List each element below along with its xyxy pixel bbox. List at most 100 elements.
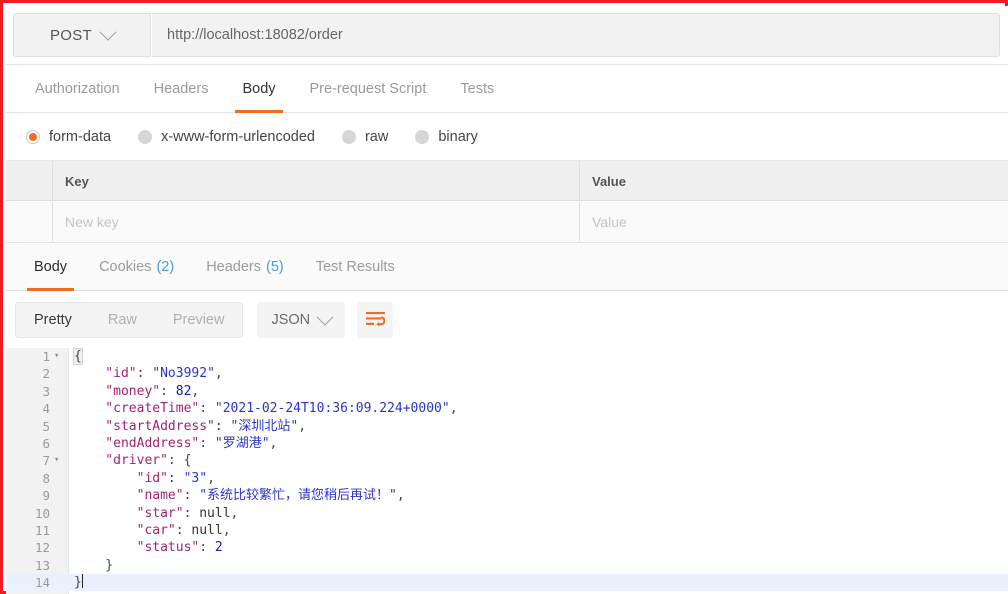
headers-count-badge: (5) [266, 258, 284, 275]
request-bar: POST http://localhost:18082/order [6, 6, 1008, 65]
code-text: "car": null, [74, 522, 231, 539]
line-number: 6 [42, 435, 50, 451]
text-cursor [81, 574, 83, 589]
code-token: { [73, 348, 83, 365]
code-token: "系统比较繁忙，请您稍后再试！" [199, 488, 397, 504]
code-token: : [167, 470, 184, 486]
line-number: 13 [34, 557, 50, 573]
code-token: "car" [74, 522, 176, 538]
http-method-select[interactable]: POST [13, 13, 151, 57]
code-line: 9 "name": "系统比较繁忙，请您稍后再试！", [6, 487, 1008, 504]
radio-unselected-icon [341, 129, 356, 144]
code-token: : [199, 540, 215, 556]
chevron-down-icon [316, 308, 334, 326]
http-method-label: POST [49, 26, 93, 44]
code-text: "status": 2 [74, 539, 223, 556]
response-tab-test-results[interactable]: Test Results [300, 243, 411, 290]
code-token: null [191, 522, 223, 538]
line-number: 7 [42, 453, 50, 469]
code-token: } [74, 575, 82, 591]
code-token: : [199, 401, 215, 417]
code-line: 12 "status": 2 [6, 539, 1008, 556]
code-line: 13 } [6, 557, 1008, 574]
table-row: New key Value [6, 202, 1008, 243]
code-token: "3" [183, 470, 208, 486]
url-input[interactable]: http://localhost:18082/order [152, 13, 1000, 57]
code-token: "status" [74, 540, 200, 556]
response-format-label: JSON [271, 311, 311, 328]
code-token: : [214, 418, 231, 434]
response-tab-test-results-label: Test Results [315, 258, 395, 275]
tab-tests[interactable]: Tests [443, 65, 511, 112]
response-tab-body[interactable]: Body [18, 243, 83, 291]
line-number: 12 [34, 540, 50, 556]
code-text: "createTime": "2021-02-24T10:36:09.224+0… [74, 400, 458, 417]
fold-arrow-icon[interactable]: ▾ [54, 452, 64, 469]
view-mode-pretty[interactable]: Pretty [16, 303, 90, 337]
cookies-count-badge: (2) [156, 258, 175, 275]
tab-authorization[interactable]: Authorization [18, 65, 137, 112]
code-token: : [183, 505, 200, 521]
code-token: "createTime" [74, 401, 200, 417]
response-tab-headers-label: Headers [206, 258, 261, 275]
code-text: "name": "系统比较繁忙，请您稍后再试！", [74, 487, 405, 504]
code-token: "name" [74, 488, 184, 504]
response-tabs: Body Cookies (2) Headers (5) Test Result… [6, 243, 1008, 291]
view-mode-raw[interactable]: Raw [90, 303, 155, 337]
code-token: , [449, 401, 458, 417]
radio-binary[interactable]: binary [415, 129, 478, 145]
code-token: "No3992" [152, 366, 215, 382]
code-token: "id" [74, 366, 137, 382]
radio-selected-icon [26, 129, 40, 144]
code-text: "endAddress": "罗湖港", [74, 435, 277, 452]
code-token: "深圳北站" [230, 418, 299, 434]
code-token: , [191, 383, 200, 399]
code-token: } [74, 557, 114, 573]
radio-unselected-icon [415, 129, 430, 144]
code-token: : { [167, 453, 192, 469]
code-token: , [230, 505, 239, 521]
line-number: 3 [42, 383, 50, 399]
code-token: "driver" [74, 453, 168, 469]
code-token: , [214, 366, 223, 382]
table-header-value: Value [579, 161, 1008, 201]
code-text: "money": 82, [74, 383, 199, 400]
tab-pre-request-script[interactable]: Pre-request Script [293, 65, 444, 112]
request-tabs: Authorization Headers Body Pre-request S… [6, 65, 1008, 113]
key-input[interactable]: New key [52, 202, 579, 242]
radio-form-data-label: form-data [49, 128, 112, 145]
code-line: 6 "endAddress": "罗湖港", [6, 435, 1008, 452]
response-tab-headers[interactable]: Headers (5) [190, 243, 300, 290]
view-mode-group: Pretty Raw Preview [15, 301, 244, 338]
code-token: "罗湖港" [214, 435, 270, 451]
radio-form-data[interactable]: form-data [26, 129, 111, 145]
radio-raw[interactable]: raw [341, 128, 389, 145]
code-text: } [74, 557, 113, 574]
code-token: : [183, 488, 200, 504]
code-line: 8 "id": "3", [6, 470, 1008, 487]
line-number: 1 [42, 349, 50, 364]
code-line: 5 "startAddress": "深圳北站", [6, 418, 1008, 435]
line-number: 11 [34, 522, 50, 538]
response-tab-cookies-label: Cookies [99, 258, 152, 275]
response-tab-cookies[interactable]: Cookies (2) [83, 243, 190, 290]
code-line: 14} [6, 574, 1008, 592]
view-mode-preview[interactable]: Preview [155, 303, 243, 337]
response-format-select[interactable]: JSON [257, 301, 346, 338]
code-line: 11 "car": null, [6, 522, 1008, 539]
tab-headers[interactable]: Headers [137, 65, 226, 112]
code-token: , [396, 488, 405, 504]
tab-body[interactable]: Body [225, 65, 292, 113]
wrap-lines-button[interactable] [357, 301, 394, 338]
code-line: 7 ▾ "driver": { [6, 452, 1008, 469]
radio-x-www-form-urlencoded[interactable]: x-www-form-urlencoded [138, 129, 315, 145]
response-body-editor[interactable]: 1 ▾{2 "id": "No3992", 3 "money": 82, 4 "cre… [6, 348, 1008, 594]
code-token: : [136, 366, 153, 382]
radio-raw-label: raw [364, 128, 389, 145]
fold-arrow-icon[interactable]: ▾ [54, 348, 64, 365]
line-number: 8 [42, 470, 50, 486]
table-header-checkbox-cell [6, 161, 52, 201]
code-text: "startAddress": "深圳北站", [74, 418, 306, 435]
row-checkbox-cell[interactable] [6, 202, 52, 242]
value-input[interactable]: Value [579, 202, 1008, 242]
